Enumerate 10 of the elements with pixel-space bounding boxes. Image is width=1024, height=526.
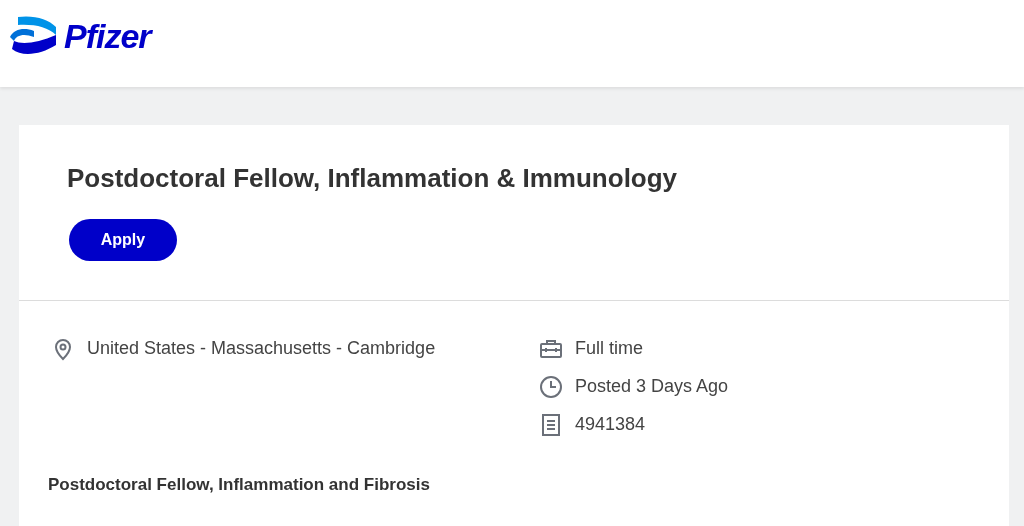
job-title: Postdoctoral Fellow, Inflammation & Immunology [67,163,679,194]
logo-text: Pfizer [64,17,151,56]
clock-icon [539,374,563,399]
job-location: United States - Massachusetts - Cambridge [87,338,436,359]
apply-button[interactable]: Apply [69,219,177,261]
job-detail: 4941384 [575,414,646,435]
job-detail: Full time [575,338,643,359]
document-icon [539,412,563,437]
description-heading: Postdoctoral Fellow, Inflammation and Fibrosis [48,475,431,495]
job-detail: Posted 3 Days Ago [575,376,729,397]
